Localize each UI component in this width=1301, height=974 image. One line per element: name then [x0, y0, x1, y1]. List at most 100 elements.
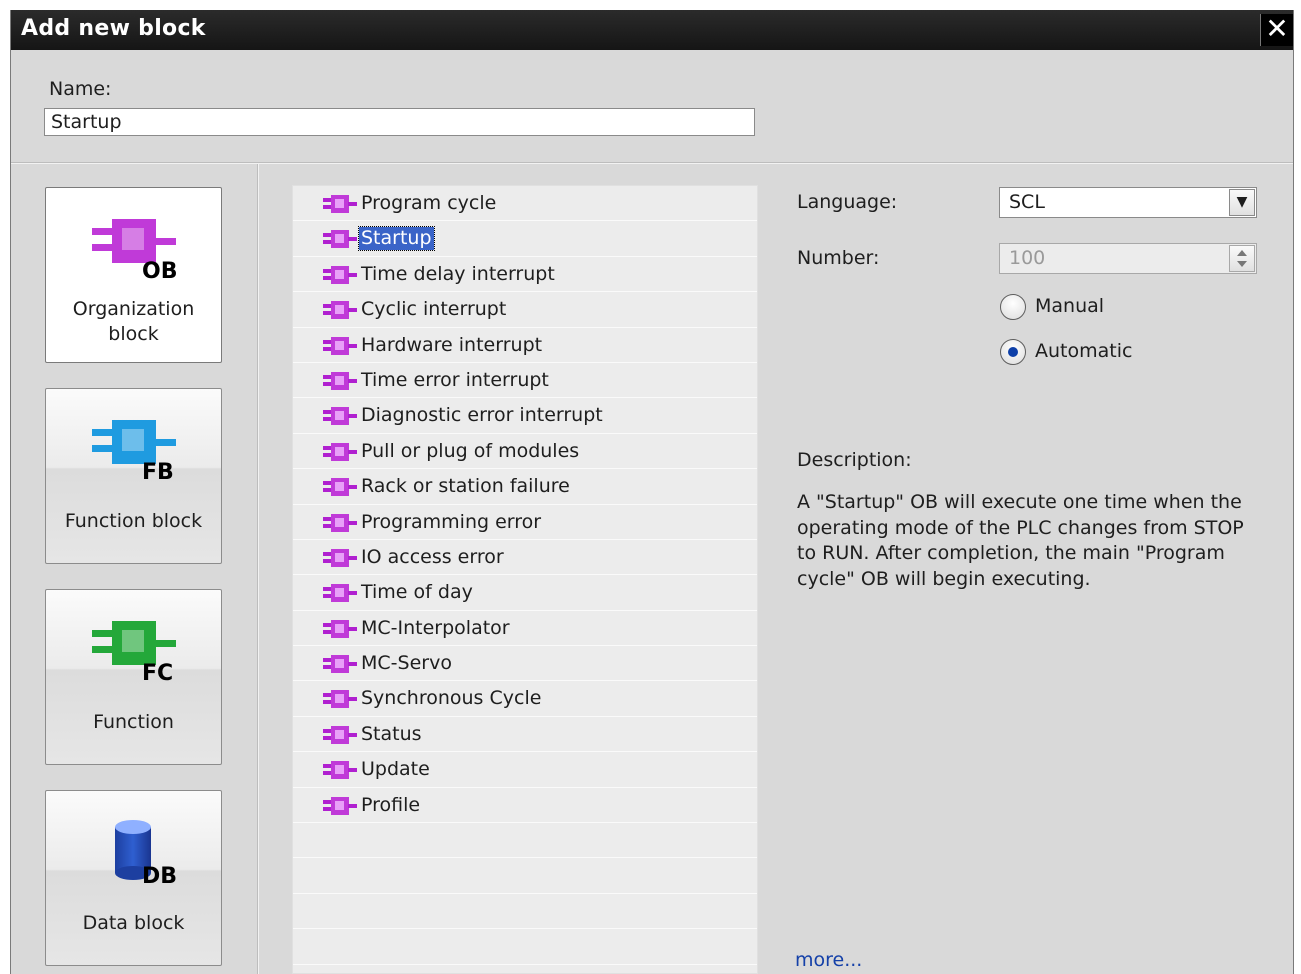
list-item-label: Program cycle	[361, 192, 497, 214]
list-item-label: Time error interrupt	[361, 368, 549, 391]
block-label: Data block	[82, 912, 185, 934]
list-item[interactable]: Update	[293, 752, 757, 788]
manual-label: Manual	[1035, 295, 1105, 317]
svg-text:FC: FC	[142, 661, 173, 682]
list-item[interactable]: Programming error	[293, 505, 757, 540]
empty-list-row	[293, 929, 757, 965]
number-label: Number:	[797, 247, 880, 269]
list-item[interactable]: Time of day	[293, 575, 757, 611]
list-item[interactable]: Program cycle	[293, 186, 757, 222]
list-item[interactable]: Status	[293, 717, 757, 753]
list-item-label: MC-Servo	[361, 652, 452, 675]
list-item-label: Hardware interrupt	[361, 333, 543, 356]
data-block-button[interactable]: DB Data block	[45, 790, 222, 966]
svg-text:OB: OB	[142, 259, 177, 280]
ob-block-icon	[323, 655, 359, 674]
ob-block-icon	[323, 761, 359, 780]
svg-text:DB: DB	[142, 864, 177, 883]
list-item[interactable]: Profile	[293, 788, 757, 824]
block-label: Function	[93, 711, 174, 733]
description-label: Description:	[797, 449, 912, 471]
list-item[interactable]: Cyclic interrupt	[293, 292, 757, 328]
list-item-label: Synchronous Cycle	[361, 687, 542, 710]
function-button[interactable]: FC Function	[45, 589, 222, 765]
ob-block-icon	[323, 371, 359, 390]
list-item[interactable]: Time delay interrupt	[293, 257, 757, 293]
list-item-label: Startup	[358, 226, 435, 252]
list-item[interactable]: Time error interrupt	[293, 363, 757, 399]
ob-block-icon	[323, 548, 359, 567]
list-item-label: Pull or plug of modules	[361, 439, 580, 462]
list-item[interactable]: Startup	[293, 221, 757, 257]
spin-buttons-icon	[1229, 245, 1255, 272]
organization-block-button[interactable]: OB Organization block	[45, 187, 222, 363]
close-icon[interactable]: ✕	[1260, 14, 1293, 46]
automatic-radio[interactable]	[1000, 339, 1026, 365]
ob-block-icon	[323, 442, 359, 461]
ob-block-icon	[323, 407, 359, 426]
function-block-button[interactable]: FB Function block	[45, 388, 222, 564]
empty-list-row	[293, 823, 757, 859]
svg-text:FB: FB	[142, 460, 174, 481]
list-item[interactable]: Hardware interrupt	[293, 328, 757, 363]
list-item[interactable]: Rack or station failure	[293, 469, 757, 505]
list-item-label: Time delay interrupt	[361, 262, 555, 285]
list-item-label: Rack or station failure	[361, 475, 570, 498]
name-label: Name:	[49, 78, 112, 100]
ob-type-list[interactable]: Program cycle Startup Time delay interrupt…	[292, 185, 758, 974]
ob-block-icon	[323, 478, 359, 497]
block-label: Organization block	[72, 298, 195, 345]
number-value: 100	[1009, 247, 1046, 269]
ob-block-icon	[323, 796, 359, 815]
more-link[interactable]: more...	[795, 949, 862, 971]
dialog-title: Add new block	[21, 16, 206, 41]
list-item[interactable]: Pull or plug of modules	[293, 434, 757, 470]
language-value: SCL	[1009, 191, 1045, 213]
empty-list-row	[293, 894, 757, 930]
spin-down-icon	[1237, 261, 1247, 267]
ob-block-icon	[323, 584, 359, 603]
ob-block-icon	[323, 619, 359, 638]
title-bar: Add new block ✕	[11, 10, 1293, 50]
list-item-label: IO access error	[361, 545, 504, 568]
ob-block-icon	[323, 513, 359, 532]
language-label: Language:	[797, 191, 898, 213]
function-icon: FC	[90, 618, 180, 682]
ob-block-icon	[323, 301, 359, 320]
horizontal-divider	[11, 162, 1293, 164]
ob-block-icon	[323, 195, 359, 213]
list-item[interactable]: Diagnostic error interrupt	[293, 398, 757, 434]
organization-block-icon: OB	[90, 216, 180, 280]
ob-block-icon	[323, 690, 359, 709]
manual-radio[interactable]	[1000, 294, 1026, 320]
data-block-icon: DB	[90, 819, 180, 883]
list-item-label: Programming error	[361, 510, 542, 533]
list-item-label: Time of day	[361, 581, 473, 604]
automatic-label: Automatic	[1035, 340, 1133, 362]
list-item[interactable]: MC-Interpolator	[293, 611, 757, 647]
ob-block-icon	[323, 725, 359, 744]
list-item-label: Status	[361, 722, 422, 745]
spin-up-icon	[1237, 250, 1247, 256]
list-item[interactable]: IO access error	[293, 540, 757, 576]
ob-block-icon	[323, 230, 359, 249]
chevron-down-icon[interactable]: ▼	[1229, 189, 1255, 216]
list-item-label: Profile	[361, 793, 421, 816]
description-text: A "Startup" OB will execute one time whe…	[797, 491, 1244, 590]
list-item-label: MC-Interpolator	[361, 616, 510, 639]
ob-block-icon	[323, 336, 359, 355]
block-label: Function block	[64, 510, 203, 532]
empty-list-row	[293, 858, 757, 894]
list-item-label: Cyclic interrupt	[361, 298, 507, 321]
list-item[interactable]: MC-Servo	[293, 646, 757, 682]
language-dropdown[interactable]: SCL ▼	[999, 187, 1257, 218]
ob-block-icon	[323, 265, 359, 284]
add-new-block-dialog: Add new block ✕ Name: Startup OB Organiz…	[10, 10, 1294, 974]
function-block-icon: FB	[90, 417, 180, 481]
list-item-label: Update	[361, 758, 430, 781]
list-item[interactable]: Synchronous Cycle	[293, 681, 757, 717]
name-input[interactable]: Startup	[44, 108, 755, 136]
number-stepper: 100	[999, 243, 1257, 274]
list-item-label: Diagnostic error interrupt	[361, 404, 603, 427]
vertical-divider	[257, 164, 259, 974]
